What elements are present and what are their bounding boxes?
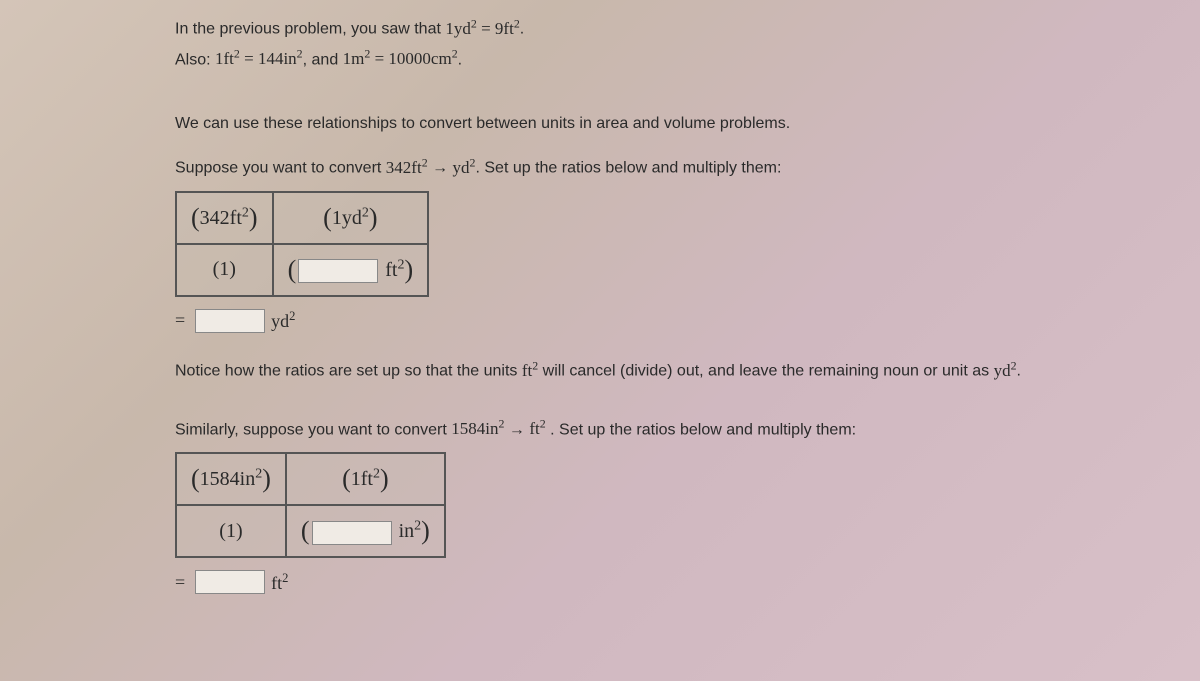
cell-denominator-left: (1) bbox=[176, 505, 286, 557]
arrow-icon: → bbox=[504, 421, 529, 438]
text: . Set up the ratios below and multiply t… bbox=[475, 160, 781, 177]
text: Notice how the ratios are set up so that… bbox=[175, 363, 522, 380]
cell-numerator-left: (342ft2) bbox=[176, 192, 273, 244]
math-expr: 1584in2 bbox=[451, 419, 504, 438]
worksheet-content: In the previous problem, you saw that 1y… bbox=[175, 15, 1135, 594]
math-expr: yd2 bbox=[453, 158, 476, 177]
unit-label: ft2 bbox=[271, 571, 288, 594]
answer-input-3[interactable] bbox=[312, 521, 392, 545]
text: , and bbox=[303, 51, 343, 68]
math-expr: yd2 bbox=[994, 361, 1017, 380]
cell-numerator-right: (1ft2) bbox=[286, 453, 445, 505]
text: . bbox=[458, 51, 462, 68]
text: In the previous problem, you saw that bbox=[175, 21, 445, 38]
answer-input-1[interactable] bbox=[298, 259, 378, 283]
text: . Set up the ratios below and multiply t… bbox=[546, 421, 856, 438]
text: . bbox=[520, 21, 524, 38]
intro-line2: Also: 1ft2 = 144in2, and 1m2 = 10000cm2. bbox=[175, 46, 1135, 73]
ratio-table-2: (1584in2) (1ft2) (1) ( in2) bbox=[175, 452, 446, 558]
result-line-2: = ft2 bbox=[175, 570, 1135, 594]
ratio-table-1: (342ft2) (1yd2) (1) ( ft2) bbox=[175, 191, 429, 297]
text: Similarly, suppose you want to convert bbox=[175, 421, 451, 438]
math-expr: 342ft2 bbox=[386, 158, 428, 177]
arrow-icon: → bbox=[428, 160, 453, 177]
bridge-text: We can use these relationships to conver… bbox=[175, 112, 1135, 136]
math-expr: 1ft2 = 144in2 bbox=[215, 49, 303, 68]
text: . bbox=[1017, 363, 1021, 380]
notice-text: Notice how the ratios are set up so that… bbox=[175, 357, 1115, 384]
equals-sign: = bbox=[175, 310, 185, 331]
problem2-prompt: Similarly, suppose you want to convert 1… bbox=[175, 416, 1135, 443]
cell-denominator-left: (1) bbox=[176, 244, 273, 296]
answer-input-2[interactable] bbox=[195, 309, 265, 333]
equals-sign: = bbox=[175, 572, 185, 593]
text: Also: bbox=[175, 51, 215, 68]
cell-denominator-right: ( ft2) bbox=[273, 244, 429, 296]
math-expr: 1m2 = 10000cm2 bbox=[343, 49, 458, 68]
cell-denominator-right: ( in2) bbox=[286, 505, 445, 557]
intro-line1: In the previous problem, you saw that 1y… bbox=[175, 15, 1135, 42]
cell-numerator-right: (1yd2) bbox=[273, 192, 429, 244]
problem1-prompt: Suppose you want to convert 342ft2 → yd2… bbox=[175, 154, 1135, 181]
math-expr: ft2 bbox=[522, 361, 538, 380]
cell-numerator-left: (1584in2) bbox=[176, 453, 286, 505]
answer-input-4[interactable] bbox=[195, 570, 265, 594]
text: will cancel (divide) out, and leave the … bbox=[538, 363, 993, 380]
math-expr: ft2 bbox=[529, 419, 545, 438]
text: Suppose you want to convert bbox=[175, 160, 386, 177]
unit-label: yd2 bbox=[271, 309, 295, 332]
math-expr: 1yd2 = 9ft2 bbox=[445, 19, 519, 38]
result-line-1: = yd2 bbox=[175, 309, 1135, 333]
